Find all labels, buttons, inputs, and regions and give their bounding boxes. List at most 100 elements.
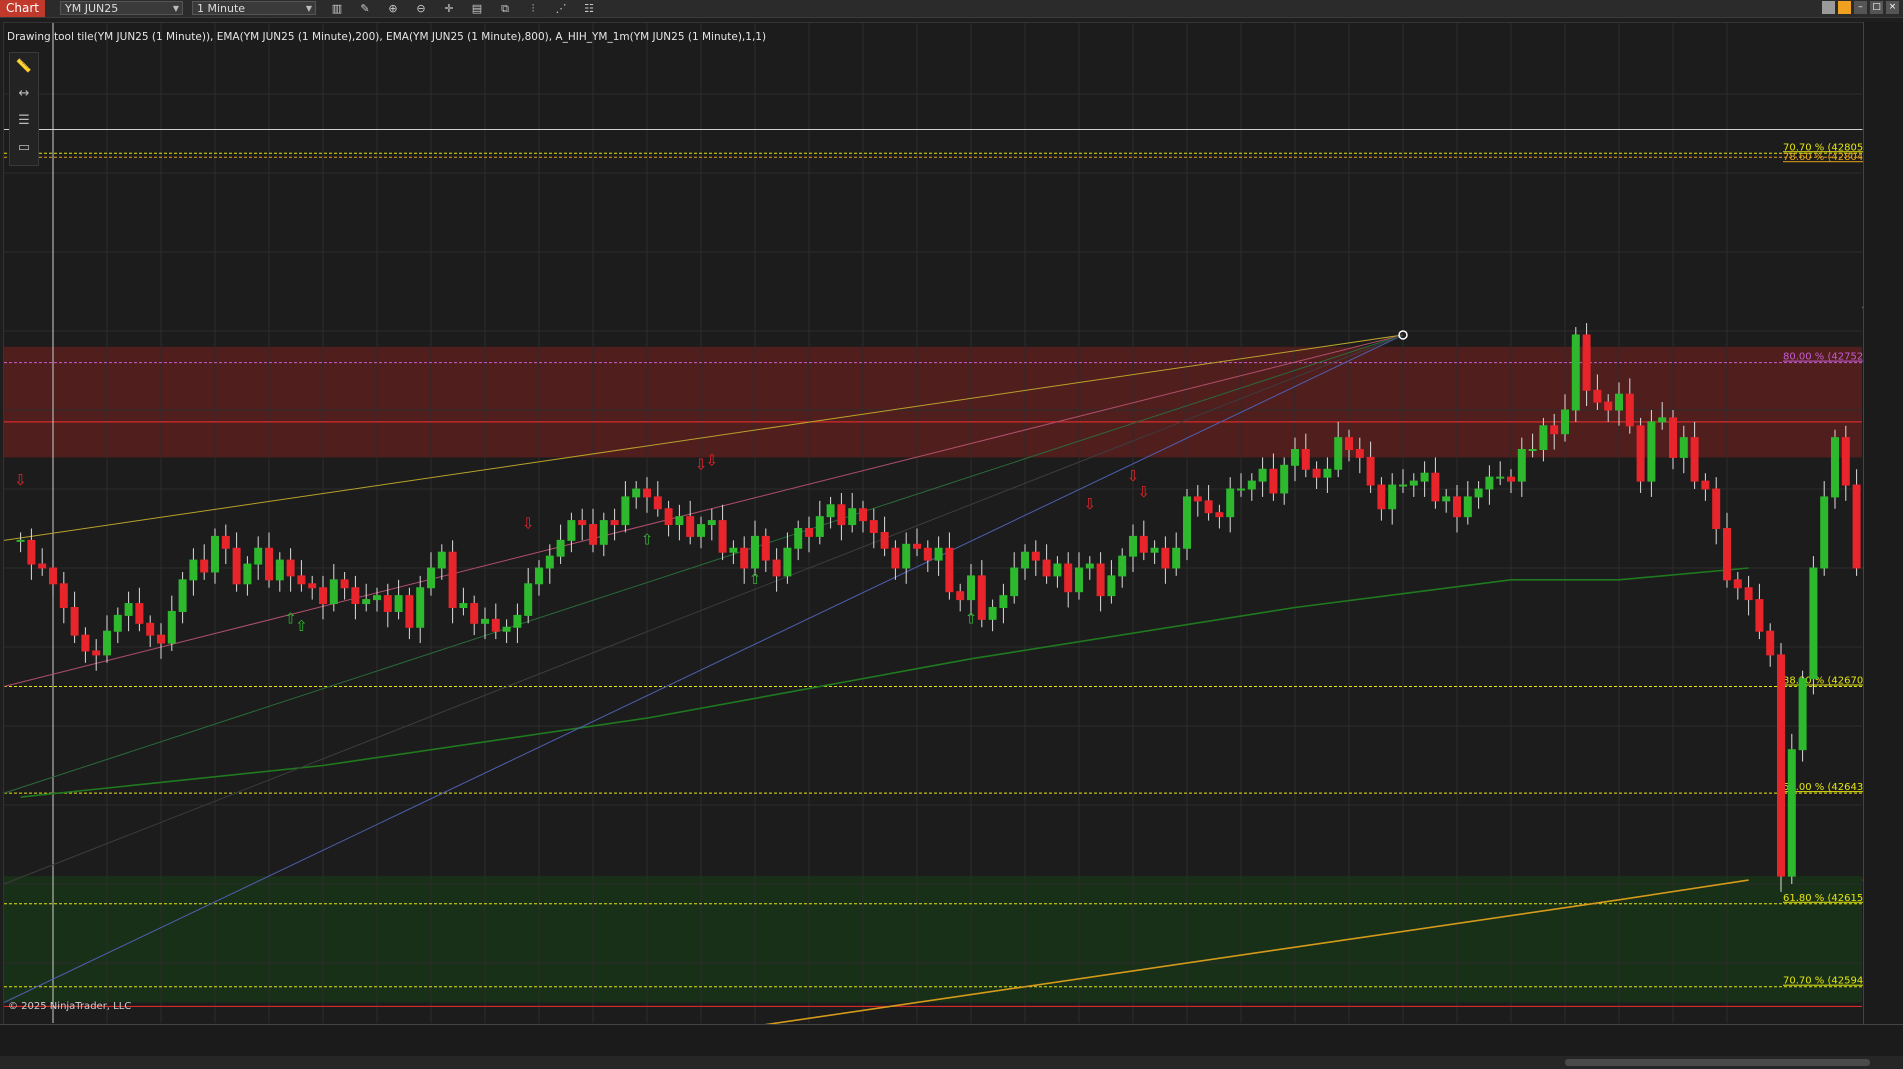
candle[interactable] xyxy=(632,488,641,498)
candle[interactable] xyxy=(308,583,317,589)
candle[interactable] xyxy=(437,551,446,569)
demand-zone[interactable] xyxy=(4,876,1862,1003)
candle[interactable] xyxy=(373,595,381,601)
candle[interactable] xyxy=(1712,488,1721,529)
ruler-icon[interactable]: 📏 xyxy=(12,57,36,77)
candle[interactable] xyxy=(1561,409,1569,435)
candle[interactable] xyxy=(362,599,371,605)
candle[interactable] xyxy=(1582,334,1591,391)
candle[interactable] xyxy=(1021,551,1029,569)
candle[interactable] xyxy=(1064,563,1073,593)
candle[interactable] xyxy=(1269,468,1278,494)
candle[interactable] xyxy=(826,504,835,518)
candle[interactable] xyxy=(1399,484,1407,487)
candle[interactable] xyxy=(934,547,943,561)
candle[interactable] xyxy=(1075,567,1083,593)
candle[interactable] xyxy=(1766,630,1775,656)
candle[interactable] xyxy=(427,567,435,589)
candle[interactable] xyxy=(383,595,392,612)
candle[interactable] xyxy=(697,524,705,537)
candle[interactable] xyxy=(470,603,479,624)
candle[interactable] xyxy=(189,559,198,581)
candle[interactable] xyxy=(1280,464,1289,494)
candle[interactable] xyxy=(643,488,651,498)
candle[interactable] xyxy=(1129,535,1137,557)
candle[interactable] xyxy=(794,528,803,549)
candle[interactable] xyxy=(1345,437,1353,450)
candle[interactable] xyxy=(999,595,1008,609)
candle[interactable] xyxy=(1161,547,1170,569)
candle[interactable] xyxy=(1679,437,1688,458)
candle[interactable] xyxy=(124,603,133,616)
horizontal-scrollbar[interactable] xyxy=(0,1056,1903,1069)
candle[interactable] xyxy=(783,547,792,577)
candle[interactable] xyxy=(599,520,608,545)
candle[interactable] xyxy=(653,496,662,510)
candle[interactable] xyxy=(675,516,684,526)
candle[interactable] xyxy=(1366,456,1375,486)
candle[interactable] xyxy=(1388,484,1397,510)
candle[interactable] xyxy=(1150,547,1159,553)
candle[interactable] xyxy=(1647,421,1656,482)
candle[interactable] xyxy=(491,618,500,632)
candle[interactable] xyxy=(1334,437,1343,470)
candle[interactable] xyxy=(394,595,403,612)
candle[interactable] xyxy=(1042,559,1051,577)
candle[interactable] xyxy=(448,551,457,609)
candle[interactable] xyxy=(1291,449,1299,466)
candle[interactable] xyxy=(1453,496,1461,518)
candle[interactable] xyxy=(1507,476,1515,482)
candle[interactable] xyxy=(481,618,489,624)
candle[interactable] xyxy=(772,559,781,577)
candle[interactable] xyxy=(1420,472,1429,482)
candle[interactable] xyxy=(1172,547,1181,569)
candle[interactable] xyxy=(1690,437,1699,482)
candle[interactable] xyxy=(902,543,911,569)
candle[interactable] xyxy=(92,650,101,656)
candle[interactable] xyxy=(513,614,522,628)
candle[interactable] xyxy=(686,516,695,537)
candle[interactable] xyxy=(1312,468,1321,478)
candle[interactable] xyxy=(1031,551,1040,561)
candle[interactable] xyxy=(956,591,965,601)
candle[interactable] xyxy=(340,579,349,589)
candle[interactable] xyxy=(977,575,986,620)
candle[interactable] xyxy=(610,520,619,526)
candle[interactable] xyxy=(81,634,90,652)
candle[interactable] xyxy=(1496,476,1505,479)
candle[interactable] xyxy=(243,563,252,585)
candle[interactable] xyxy=(200,559,209,573)
candle[interactable] xyxy=(1604,401,1613,411)
candle[interactable] xyxy=(1539,425,1548,450)
candle[interactable] xyxy=(1701,480,1710,490)
candle[interactable] xyxy=(1625,393,1634,427)
price-axis[interactable] xyxy=(1863,22,1903,1024)
candle[interactable] xyxy=(1723,528,1731,581)
candle[interactable] xyxy=(621,496,630,526)
candle[interactable] xyxy=(38,563,47,569)
candle[interactable] xyxy=(1744,587,1753,601)
candle[interactable] xyxy=(1323,468,1332,478)
candle[interactable] xyxy=(805,528,813,537)
candle[interactable] xyxy=(167,610,176,644)
candle[interactable] xyxy=(146,622,155,636)
candle[interactable] xyxy=(49,567,57,585)
candle[interactable] xyxy=(1809,567,1818,680)
candle[interactable] xyxy=(1852,484,1861,569)
candle[interactable] xyxy=(1118,555,1127,577)
candle[interactable] xyxy=(1841,437,1850,486)
candle[interactable] xyxy=(891,547,900,569)
candle[interactable] xyxy=(1593,389,1602,403)
candle[interactable] xyxy=(1355,449,1364,458)
candle[interactable] xyxy=(707,520,716,526)
candle[interactable] xyxy=(1571,334,1580,411)
candle[interactable] xyxy=(221,535,230,549)
candle[interactable] xyxy=(859,508,867,522)
candle[interactable] xyxy=(1204,500,1213,514)
candle[interactable] xyxy=(405,595,414,628)
candle[interactable] xyxy=(729,547,738,553)
candle[interactable] xyxy=(751,535,759,569)
candle[interactable] xyxy=(416,587,425,628)
candle[interactable] xyxy=(1247,480,1256,490)
candle[interactable] xyxy=(1485,476,1494,490)
